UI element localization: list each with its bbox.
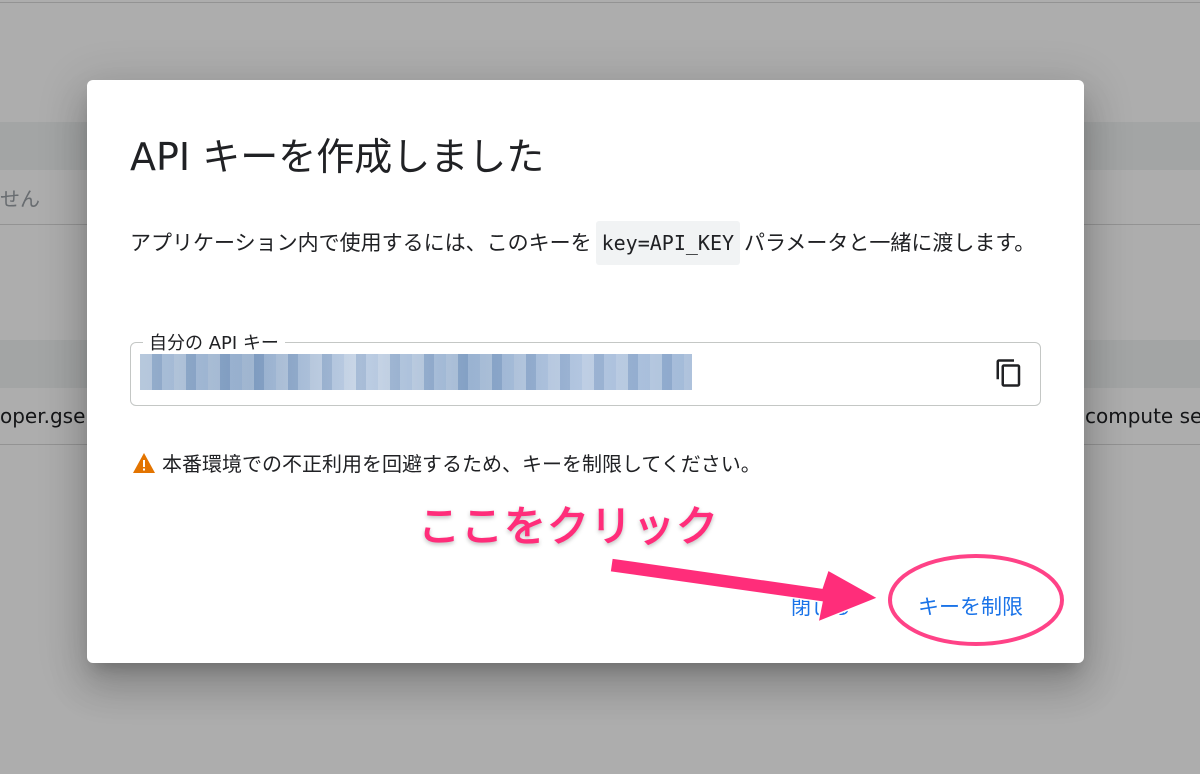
api-key-field[interactable]: 自分の API キー: [130, 329, 1041, 406]
api-key-created-dialog: API キーを作成しました アプリケーション内で使用するには、このキーを key=…: [87, 80, 1084, 663]
description-text: アプリケーション内で使用するには、このキーを: [130, 231, 592, 255]
inline-code: key=API_KEY: [595, 221, 741, 265]
copy-icon[interactable]: [994, 358, 1024, 388]
close-button[interactable]: 閉じる: [791, 591, 851, 620]
annotation-callout: ここをクリック: [416, 501, 720, 553]
dialog-description: アプリケーション内で使用するには、このキーを key=API_KEY パラメータと一…: [130, 221, 1050, 265]
restrict-key-button[interactable]: キーを制限: [918, 587, 1023, 625]
api-key-value-redacted[interactable]: [140, 354, 692, 390]
description-text: パラメータと一緒に渡します。: [744, 231, 1036, 255]
screen: せん oper.gse compute se API キーを作成しました アプリ…: [0, 0, 1200, 774]
restrict-warning: 本番環境での不正利用を回避するため、キーを制限してください。: [132, 448, 761, 477]
warning-text: 本番環境での不正利用を回避するため、キーを制限してください。: [162, 452, 761, 476]
dialog-title: API キーを作成しました: [130, 135, 545, 179]
warning-icon: [132, 452, 156, 474]
api-key-field-label: 自分の API キー: [143, 329, 285, 355]
